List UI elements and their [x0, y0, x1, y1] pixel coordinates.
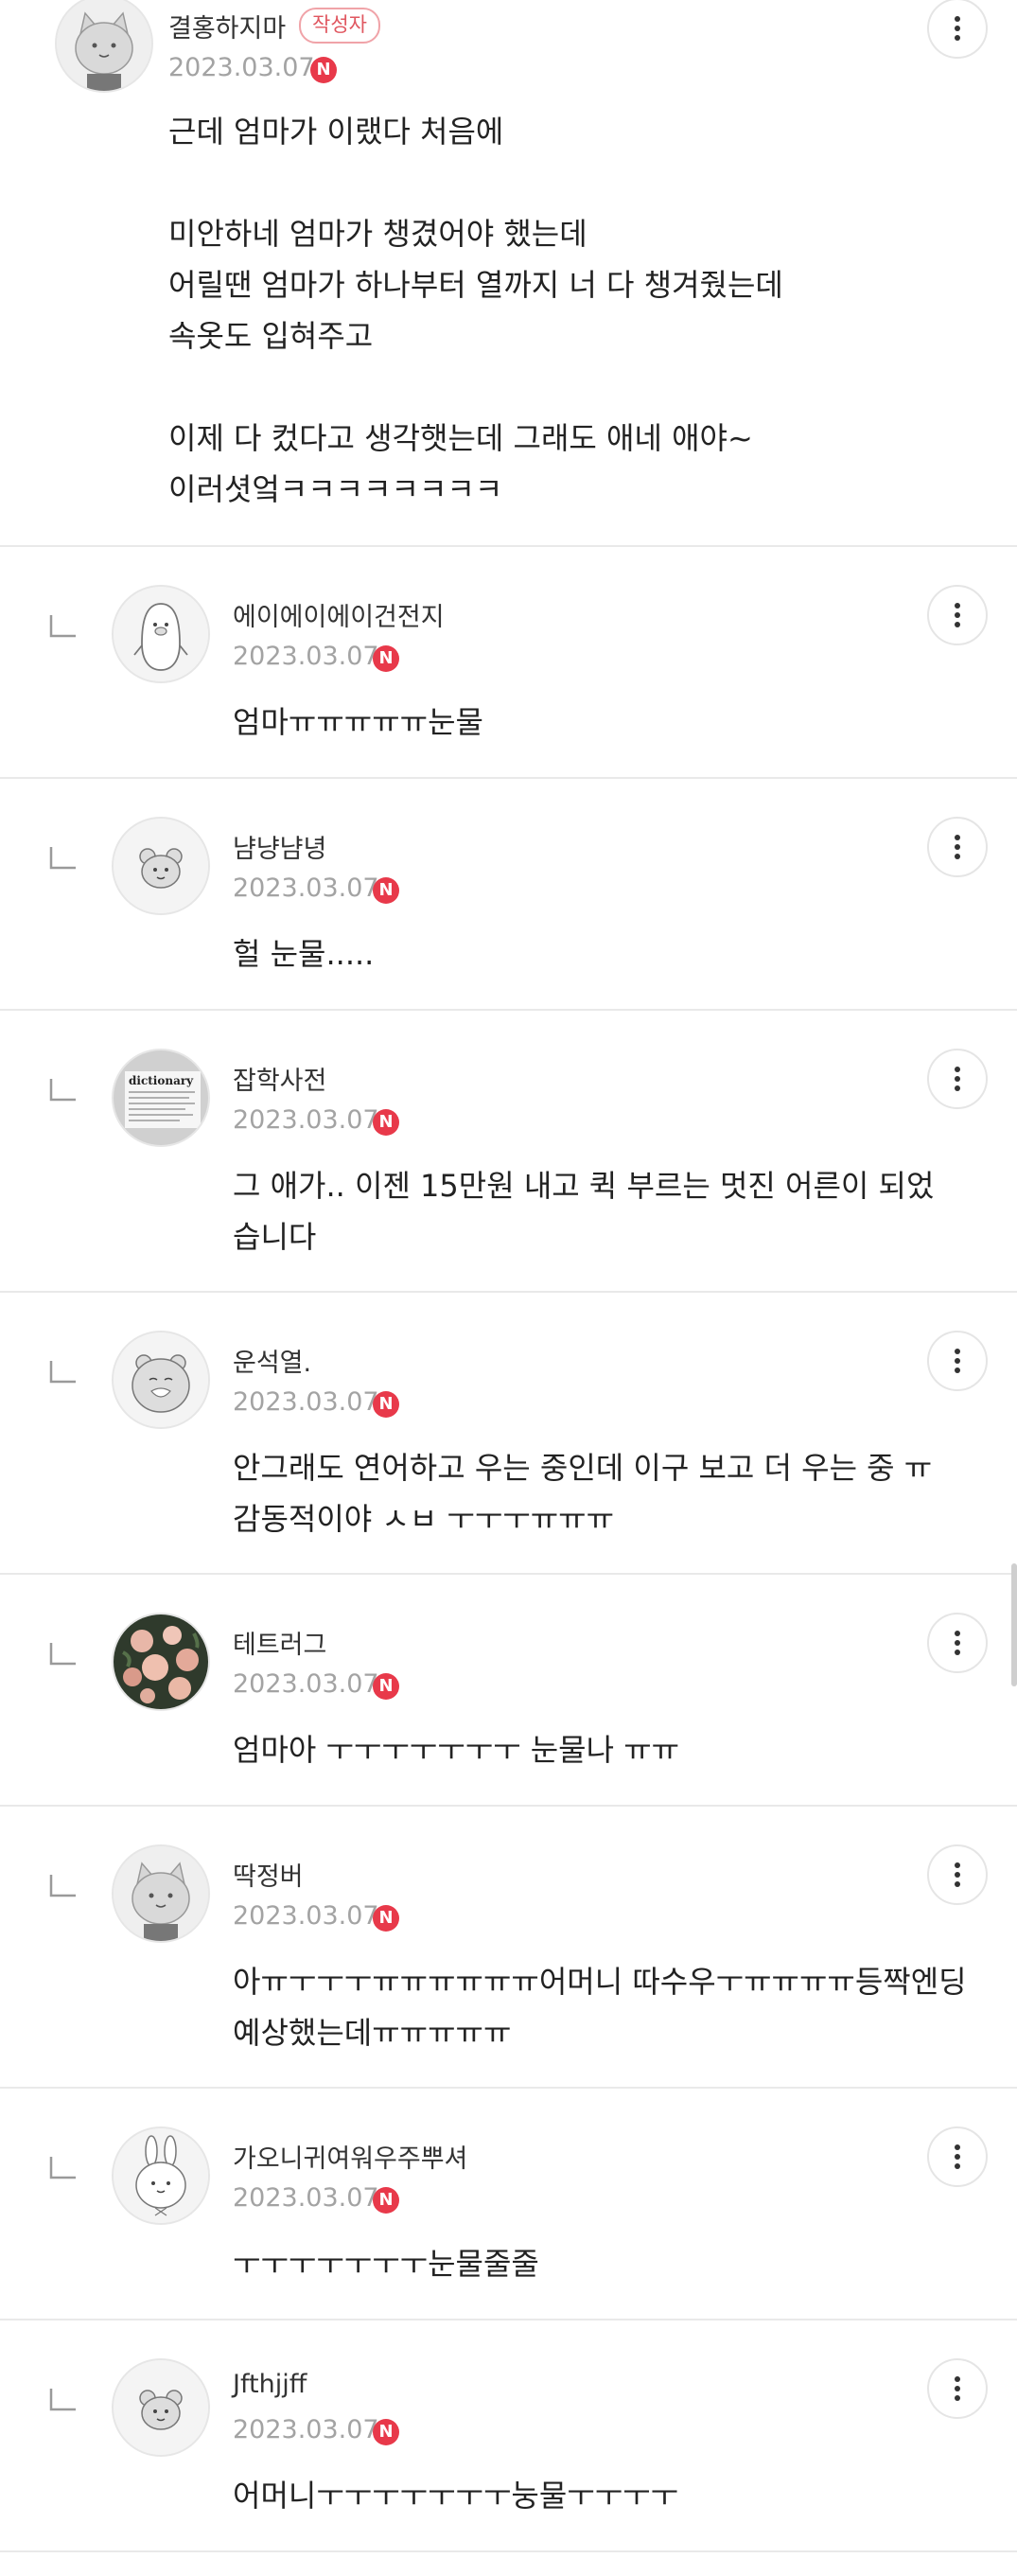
reply-date: 2023.03.07	[233, 1669, 379, 1699]
penguin-avatar-icon	[114, 587, 208, 681]
cat-avatar-icon	[57, 0, 151, 91]
more-vertical-icon	[955, 1349, 960, 1373]
bear-avatar-icon	[114, 819, 208, 913]
reply-author[interactable]: 딱정버	[233, 1856, 304, 1893]
reply-body: 어머니ㅜㅜㅜㅜㅜㅜㅜ눙물ㅜㅜㅜㅜ	[233, 2478, 679, 2514]
more-vertical-icon	[955, 2144, 960, 2169]
more-vertical-icon	[955, 2376, 960, 2401]
avatar[interactable]	[112, 1331, 210, 1429]
more-options-button[interactable]	[927, 1331, 988, 1391]
avatar[interactable]	[55, 0, 153, 93]
new-badge: N	[310, 57, 337, 83]
reply-body: 아ㅠㅜㅜㅜㅠㅠㅠㅠㅠㅠ어머니 따수우ㅜㅠㅠㅠㅠ등짝엔딩 예상했는데ㅠㅠㅠㅠㅠ	[233, 1964, 967, 2051]
comment-list: 결홍하지마 작성자 2023.03.07 N 근데 엄마가 이랬다 처음에 미안…	[0, 0, 1017, 2576]
reply-arrow-icon	[49, 1079, 76, 1102]
reply-date: 2023.03.07	[233, 1105, 379, 1135]
reply-author[interactable]: 운석열.	[233, 1342, 311, 1379]
avatar[interactable]: dictionary	[112, 1049, 210, 1147]
avatar[interactable]	[112, 2126, 210, 2225]
more-vertical-icon	[955, 1631, 960, 1655]
more-vertical-icon	[955, 835, 960, 859]
more-options-button[interactable]	[927, 585, 988, 645]
more-vertical-icon	[955, 1067, 960, 1091]
more-options-button[interactable]	[927, 1613, 988, 1673]
reply-body: 헐 눈물.....	[233, 936, 375, 972]
reply-arrow-icon	[49, 1643, 76, 1666]
bear-avatar-icon	[114, 2360, 208, 2455]
reply-body: 안그래도 연어하고 우는 중인데 이구 보고 더 우는 중 ㅠ 감동적이야 ㅅㅂ…	[233, 1450, 933, 1537]
new-badge: N	[373, 2419, 399, 2445]
cat-avatar-icon	[114, 1846, 208, 1941]
reply-item: 냠냥냠녕 2023.03.07 N 헐 눈물.....	[0, 779, 1017, 1011]
more-options-button[interactable]	[927, 0, 988, 59]
reply-item: Jfthjjff 2023.03.07 N 어머니ㅜㅜㅜㅜㅜㅜㅜ눙물ㅜㅜㅜㅜ	[0, 2320, 1017, 2552]
reply-author[interactable]: 가오니귀여워우주뿌셔	[233, 2138, 467, 2175]
new-badge: N	[373, 1109, 399, 1136]
reply-date: 2023.03.07	[233, 2183, 379, 2213]
more-options-button[interactable]	[927, 2358, 988, 2419]
reply-item: 테트러그 2023.03.07 N 엄마아 ㅜㅜㅜㅜㅜㅜㅜ 눈물나 ㅠㅠ	[0, 1575, 1017, 1807]
new-badge: N	[373, 1905, 399, 1932]
dictionary-photo-avatar: dictionary	[114, 1050, 208, 1145]
avatar[interactable]	[112, 2358, 210, 2457]
more-options-button[interactable]	[927, 2126, 988, 2187]
reply-arrow-icon	[49, 1361, 76, 1384]
dictionary-text: dictionary	[129, 1074, 194, 1087]
comment-author[interactable]: 결홍하지마	[168, 8, 286, 44]
new-badge: N	[373, 1391, 399, 1418]
more-options-button[interactable]	[927, 1844, 988, 1905]
comment-date: 2023.03.07	[168, 53, 315, 82]
new-badge: N	[373, 1673, 399, 1700]
avatar[interactable]	[112, 817, 210, 915]
writer-badge: 작성자	[299, 8, 380, 44]
reply-date: 2023.03.07	[233, 1387, 379, 1417]
reply-arrow-icon	[49, 2157, 76, 2179]
sleepy-hamster-avatar-icon	[114, 1332, 208, 1427]
comment-body: 근데 엄마가 이랬다 처음에 미안하네 엄마가 챙겼어야 했는데 어릴땐 엄마가…	[168, 114, 783, 507]
reply-body: 그 애가.. 이젠 15만원 내고 퀵 부르는 멋진 어른이 되었 습니다	[233, 1168, 935, 1255]
avatar[interactable]	[112, 1613, 210, 1711]
reply-date: 2023.03.07	[233, 2415, 379, 2444]
reply-item: 가오니귀여워우주뿌셔 2023.03.07 N ㅜㅜㅜㅜㅜㅜㅜ눈물줄줄	[0, 2089, 1017, 2320]
more-vertical-icon	[955, 16, 960, 41]
reply-body: 엄마아 ㅜㅜㅜㅜㅜㅜㅜ 눈물나 ㅠㅠ	[233, 1732, 680, 1768]
reply-item: 에이에이에이건전지 2023.03.07 N 엄마ㅠㅠㅠㅠㅠ눈물	[0, 547, 1017, 779]
rabbit-avatar-icon	[114, 2128, 208, 2223]
reply-arrow-icon	[49, 847, 76, 870]
new-badge: N	[373, 877, 399, 904]
reply-arrow-icon	[49, 2389, 76, 2411]
more-options-button[interactable]	[927, 817, 988, 877]
reply-author[interactable]: 테트러그	[233, 1624, 326, 1661]
reply-author[interactable]: Jfthjjff	[233, 2370, 307, 2399]
comment-item: 결홍하지마 작성자 2023.03.07 N 근데 엄마가 이랬다 처음에 미안…	[0, 0, 1017, 547]
new-badge: N	[373, 2187, 399, 2214]
reply-date: 2023.03.07	[233, 873, 379, 903]
scrollbar-thumb[interactable]	[1011, 1563, 1017, 1686]
reply-item: dictionary 잡학사전 2023.03.07 N 그 애가.. 이젠 1…	[0, 1011, 1017, 1293]
reply-body: 엄마ㅠㅠㅠㅠㅠ눈물	[233, 704, 483, 740]
more-options-button[interactable]	[927, 1049, 988, 1109]
reply-date: 2023.03.07	[233, 1901, 379, 1931]
flower-photo-avatar	[114, 1614, 208, 1709]
new-badge: N	[373, 645, 399, 672]
reply-body: ㅜㅜㅜㅜㅜㅜㅜ눈물줄줄	[233, 2246, 539, 2282]
more-vertical-icon	[955, 603, 960, 627]
reply-arrow-icon	[49, 1875, 76, 1897]
reply-author[interactable]: 잡학사전	[233, 1060, 326, 1097]
reply-date: 2023.03.07	[233, 642, 379, 671]
more-vertical-icon	[955, 1862, 960, 1887]
reply-arrow-icon	[49, 615, 76, 638]
avatar[interactable]	[112, 585, 210, 683]
avatar[interactable]	[112, 1844, 210, 1943]
reply-author[interactable]: 냠냥냠녕	[233, 828, 326, 865]
reply-item: 운석열. 2023.03.07 N 안그래도 연어하고 우는 중인데 이구 보고…	[0, 1293, 1017, 1575]
reply-item: 딱정버 2023.03.07 N 아ㅠㅜㅜㅜㅠㅠㅠㅠㅠㅠ어머니 따수우ㅜㅠㅠㅠㅠ…	[0, 1807, 1017, 2089]
reply-author[interactable]: 에이에이에이건전지	[233, 596, 445, 633]
